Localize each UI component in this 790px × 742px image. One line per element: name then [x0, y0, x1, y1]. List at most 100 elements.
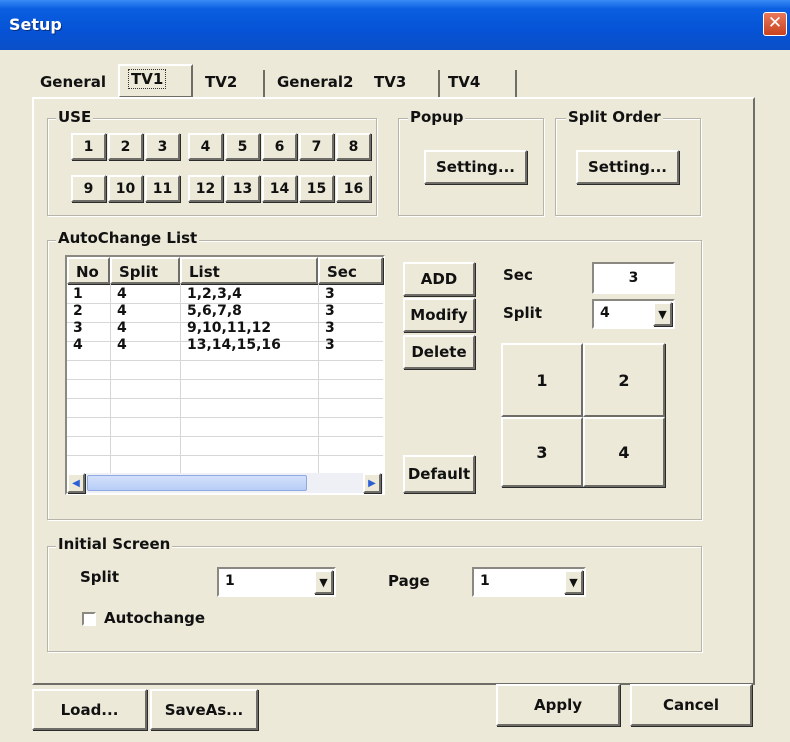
split-select[interactable]: 4 ▼: [592, 299, 675, 329]
tab-tv1-label: TV1: [128, 69, 167, 89]
tab-tv3[interactable]: TV3: [374, 67, 406, 97]
column-header-sec[interactable]: Sec: [318, 257, 383, 284]
tab-separator: [263, 70, 265, 97]
grid-line: [67, 455, 383, 456]
tab-tv4[interactable]: TV4: [448, 67, 480, 97]
popup-legend: Popup: [408, 108, 466, 126]
scroll-left-icon[interactable]: ◀: [67, 473, 85, 493]
use-channel-button[interactable]: 6: [262, 133, 297, 160]
use-channel-button[interactable]: 4: [188, 133, 223, 160]
chevron-down-icon[interactable]: ▼: [653, 302, 672, 326]
grid-line: [67, 379, 383, 380]
column-header-no[interactable]: No: [67, 257, 110, 284]
split-preview-cell[interactable]: 3: [501, 417, 583, 487]
initial-split-label: Split: [80, 568, 119, 586]
grid-line: [67, 398, 383, 399]
table-cell: 3: [325, 320, 335, 336]
title-bar: Setup ✕: [0, 0, 790, 50]
table-cell: 3: [325, 303, 335, 319]
use-channel-button[interactable]: 5: [225, 133, 260, 160]
window-title: Setup: [9, 15, 62, 34]
split-preview-cell[interactable]: 4: [583, 417, 665, 487]
table-cell: 5,6,7,8: [187, 303, 242, 319]
use-channel-button[interactable]: 16: [336, 175, 371, 202]
table-cell: 4: [117, 303, 127, 319]
autochange-listview[interactable]: No Split List Sec 1 4 1,2,3,4 3 2 4 5,6,7,8 3 3 4…: [65, 255, 385, 495]
table-cell: 1: [73, 286, 83, 302]
tab-separator: [438, 70, 440, 97]
table-cell: 4: [73, 337, 83, 353]
tab-general2[interactable]: General2: [277, 67, 353, 97]
table-row[interactable]: 3 4 9,10,11,12 3: [67, 320, 383, 337]
use-channel-button[interactable]: 12: [188, 175, 223, 202]
table-cell: 9,10,11,12: [187, 320, 272, 336]
use-channel-button[interactable]: 10: [108, 175, 143, 202]
use-channel-button[interactable]: 2: [108, 133, 143, 160]
use-channel-button[interactable]: 14: [262, 175, 297, 202]
table-cell: 3: [73, 320, 83, 336]
table-cell: 2: [73, 303, 83, 319]
saveas-button[interactable]: SaveAs...: [150, 689, 258, 730]
initial-screen-legend: Initial Screen: [56, 535, 173, 553]
cancel-button[interactable]: Cancel: [630, 684, 752, 726]
initial-split-select[interactable]: 1 ▼: [217, 567, 336, 597]
table-row[interactable]: 1 4 1,2,3,4 3: [67, 286, 383, 303]
table-cell: 4: [117, 286, 127, 302]
sec-label: Sec: [503, 266, 533, 284]
split-label: Split: [503, 304, 542, 322]
tab-tv1[interactable]: TV1: [118, 64, 193, 98]
autochange-legend: AutoChange List: [56, 229, 200, 247]
page-select-value: 1: [480, 573, 490, 589]
use-channel-button[interactable]: 3: [145, 133, 180, 160]
page-select[interactable]: 1 ▼: [472, 567, 586, 597]
column-header-list[interactable]: List: [180, 257, 318, 284]
split-order-legend: Split Order: [566, 108, 663, 126]
grid-line: [67, 360, 383, 361]
table-cell: 3: [325, 337, 335, 353]
column-header-split[interactable]: Split: [110, 257, 180, 284]
split-order-setting-button[interactable]: Setting...: [576, 150, 679, 184]
use-channel-button[interactable]: 8: [336, 133, 371, 160]
tab-separator: [515, 70, 517, 97]
table-cell: 4: [117, 337, 127, 353]
popup-setting-button[interactable]: Setting...: [424, 150, 527, 184]
scroll-right-icon[interactable]: ▶: [363, 473, 381, 493]
use-channel-button[interactable]: 9: [71, 175, 106, 202]
delete-button[interactable]: Delete: [403, 335, 475, 369]
use-channel-button[interactable]: 7: [299, 133, 334, 160]
grid-line: [67, 417, 383, 418]
use-channel-button[interactable]: 11: [145, 175, 180, 202]
autochange-checkbox-label[interactable]: Autochange: [104, 609, 205, 627]
page-label: Page: [388, 572, 430, 590]
scrollbar-thumb[interactable]: [87, 475, 307, 491]
modify-button[interactable]: Modify: [403, 298, 475, 332]
tab-tv2[interactable]: TV2: [205, 67, 237, 97]
split-preview-cell[interactable]: 2: [583, 343, 665, 417]
add-button[interactable]: ADD: [403, 262, 475, 296]
grid-line: [67, 436, 383, 437]
initial-screen-group: [47, 546, 702, 652]
table-cell: 3: [325, 286, 335, 302]
table-row[interactable]: 4 4 13,14,15,16 3: [67, 337, 383, 354]
chevron-down-icon[interactable]: ▼: [314, 570, 333, 594]
use-channel-button[interactable]: 1: [71, 133, 106, 160]
apply-button[interactable]: Apply: [496, 684, 620, 726]
tab-general[interactable]: General: [40, 67, 106, 97]
split-preview-cell[interactable]: 1: [501, 343, 583, 417]
use-channel-button[interactable]: 15: [299, 175, 334, 202]
close-icon[interactable]: ✕: [763, 12, 787, 36]
use-channel-button[interactable]: 13: [225, 175, 260, 202]
table-cell: 1,2,3,4: [187, 286, 242, 302]
table-cell: 4: [117, 320, 127, 336]
initial-split-value: 1: [225, 573, 235, 589]
table-row[interactable]: 2 4 5,6,7,8 3: [67, 303, 383, 320]
chevron-down-icon[interactable]: ▼: [564, 570, 583, 594]
default-button[interactable]: Default: [403, 455, 475, 493]
autochange-checkbox[interactable]: [82, 612, 96, 626]
use-legend: USE: [56, 108, 94, 126]
split-select-value: 4: [600, 305, 610, 321]
horizontal-scrollbar[interactable]: ◀ ▶: [67, 473, 383, 493]
sec-input[interactable]: 3: [592, 262, 675, 294]
load-button[interactable]: Load...: [32, 689, 147, 730]
table-cell: 13,14,15,16: [187, 337, 281, 353]
